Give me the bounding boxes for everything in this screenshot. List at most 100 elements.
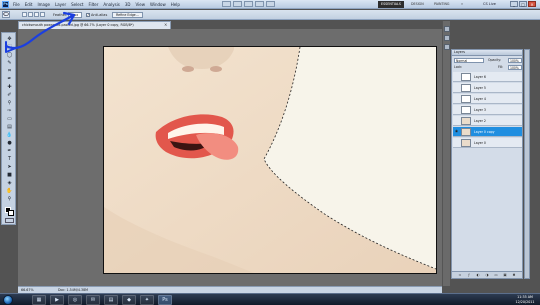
healing-brush-icon[interactable]: ✚ (5, 84, 14, 90)
background-color-swatch[interactable] (8, 210, 14, 216)
layers-panel-title[interactable]: Layers (452, 50, 522, 56)
layer-row[interactable]: Layer 3 (453, 105, 522, 115)
3d-rotate-icon[interactable]: ◈ (5, 180, 14, 186)
new-layer-icon[interactable]: ▣ (503, 273, 507, 277)
opacity-input[interactable]: 100% (508, 58, 522, 63)
close-icon[interactable]: × (164, 22, 167, 28)
layer-row-selected[interactable]: ◉ Layer 0 copy (453, 127, 522, 137)
eye-icon[interactable] (454, 85, 459, 90)
history-panel-icon[interactable] (444, 26, 450, 32)
taskbar-explorer-icon[interactable]: ▦ (32, 295, 46, 305)
eye-icon[interactable] (454, 74, 459, 79)
subtract-selection-button[interactable] (34, 12, 39, 17)
new-selection-button[interactable] (22, 12, 27, 17)
taskbar-folder-icon[interactable]: ▤ (104, 295, 118, 305)
eraser-icon[interactable]: ▭ (5, 116, 14, 122)
history-brush-icon[interactable]: ✑ (5, 108, 14, 114)
tool-preset-picker[interactable] (2, 11, 10, 18)
dodge-icon[interactable]: ● (5, 140, 14, 146)
close-icon[interactable]: × (528, 1, 536, 7)
crop-icon[interactable]: ⌗ (5, 68, 14, 74)
minimize-icon[interactable]: _ (510, 1, 518, 7)
blur-icon[interactable]: 💧 (5, 132, 14, 138)
fx-icon[interactable]: ƒ (467, 273, 471, 277)
folder-icon[interactable]: ▭ (494, 273, 498, 277)
lasso-tool-icon[interactable]: ◯ (5, 52, 14, 58)
quick-select-icon[interactable]: ✎ (5, 60, 14, 66)
mask-icon[interactable]: ◐ (476, 273, 480, 277)
menu-edit[interactable]: Edit (25, 1, 33, 8)
start-button[interactable] (3, 295, 13, 305)
workspace-painting[interactable]: PAINTING (431, 1, 452, 8)
pen-icon[interactable]: ✒ (5, 148, 14, 154)
layer-name: Layer 0 (474, 141, 486, 145)
menu-view[interactable]: View (136, 1, 146, 8)
gradient-icon[interactable]: ▤ (5, 124, 14, 130)
intersect-selection-button[interactable] (40, 12, 45, 17)
zoom-level-button[interactable] (244, 1, 253, 7)
feather-input[interactable]: 0 px (68, 12, 82, 18)
menu-window[interactable]: Window (150, 1, 166, 8)
document-tab[interactable]: chicksmouth pownered-pasted.jpg @ 66.7% … (18, 21, 171, 29)
workspace-essentials[interactable]: ESSENTIALS (378, 1, 404, 8)
menu-layer[interactable]: Layer (55, 1, 66, 8)
eye-icon[interactable] (454, 140, 459, 145)
menu-filter[interactable]: Filter (88, 1, 98, 8)
path-select-icon[interactable]: ➤ (5, 164, 14, 170)
launch-bridge-button[interactable] (222, 1, 231, 7)
eye-icon[interactable] (454, 118, 459, 123)
workspace-more[interactable]: » (458, 1, 466, 8)
add-to-selection-button[interactable] (28, 12, 33, 17)
feather-label: Feather: (53, 13, 68, 17)
menu-file[interactable]: File (13, 1, 20, 8)
swatches-panel-icon[interactable] (444, 44, 450, 50)
hand-icon[interactable]: ✋ (5, 188, 14, 194)
brush-icon[interactable]: ✐ (5, 92, 14, 98)
menu-select[interactable]: Select (71, 1, 83, 8)
eye-icon[interactable]: ◉ (454, 129, 459, 134)
taskbar-browser-icon[interactable]: ◎ (68, 295, 82, 305)
menu-3d[interactable]: 3D (125, 1, 131, 8)
layer-row[interactable]: Layer 2 (453, 116, 522, 126)
cs-live-menu[interactable]: CS Live (483, 1, 496, 8)
photo-canvas[interactable] (103, 46, 437, 274)
refine-edge-button[interactable]: Refine Edge... (112, 12, 143, 18)
layer-row[interactable]: Layer 0 (453, 138, 522, 148)
layer-row[interactable]: Layer 5 (453, 83, 522, 93)
screen-mode-button[interactable] (266, 1, 275, 7)
antialias-checkbox[interactable]: ✓ (86, 13, 90, 17)
maximize-icon[interactable]: □ (519, 1, 527, 7)
menu-image[interactable]: Image (37, 1, 50, 8)
taskbar-media-icon[interactable]: ▶ (50, 295, 64, 305)
layer-row[interactable]: Layer 4 (453, 94, 522, 104)
eyedropper-icon[interactable]: ✒ (5, 76, 14, 82)
clone-stamp-icon[interactable]: ⚲ (5, 100, 14, 106)
move-icon[interactable]: ✥ (5, 36, 14, 42)
arrange-documents-button[interactable] (255, 1, 264, 7)
panel-scrollbar[interactable] (524, 49, 530, 279)
fill-input[interactable]: 100% (508, 65, 522, 70)
type-icon[interactable]: T (5, 156, 14, 162)
taskbar-app-icon[interactable]: ◆ (122, 295, 136, 305)
menu-analysis[interactable]: Analysis (103, 1, 119, 8)
taskbar-app-icon[interactable]: ✦ (140, 295, 154, 305)
launch-minibridge-button[interactable] (233, 1, 242, 7)
taskbar-photoshop-icon[interactable]: Ps (158, 295, 172, 305)
eye-icon[interactable] (454, 96, 459, 101)
eye-icon[interactable] (454, 107, 459, 112)
adjustment-icon[interactable]: ◑ (485, 273, 489, 277)
blend-mode-select[interactable]: Normal (454, 58, 484, 63)
link-icon[interactable]: ∞ (458, 273, 462, 277)
actions-panel-icon[interactable] (444, 35, 450, 41)
layer-row[interactable]: Layer 6 (453, 72, 522, 82)
marquee-icon[interactable]: ⬚ (5, 44, 14, 50)
system-clock[interactable]: 11:35 AM 12/20/2011 (512, 295, 538, 305)
zoom-icon[interactable]: ⚲ (5, 196, 14, 202)
shape-icon[interactable]: ■ (5, 172, 14, 178)
quick-mask-button[interactable] (5, 218, 14, 223)
menu-help[interactable]: Help (171, 1, 180, 8)
workspace-design[interactable]: DESIGN (408, 1, 427, 8)
trash-icon[interactable]: ✖ (512, 273, 516, 277)
taskbar-chat-icon[interactable]: ✉ (86, 295, 100, 305)
layer-thumbnail (461, 95, 471, 103)
